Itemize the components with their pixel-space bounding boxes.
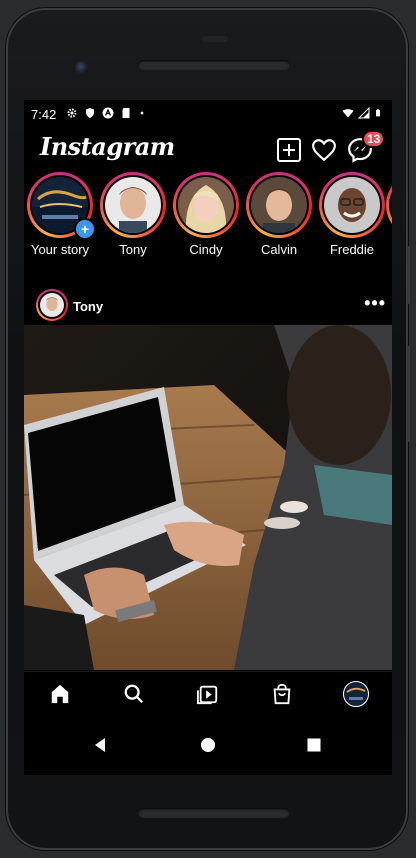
recents-icon bbox=[307, 738, 321, 752]
recents-button[interactable] bbox=[302, 733, 326, 757]
status-time: 7:42 bbox=[31, 107, 57, 122]
shield-icon bbox=[86, 108, 94, 118]
story-ring bbox=[246, 172, 312, 238]
post-username[interactable]: Tony bbox=[73, 299, 103, 314]
back-button[interactable] bbox=[88, 733, 112, 757]
avatar bbox=[178, 177, 234, 233]
story-calvin[interactable]: Calvin bbox=[243, 172, 315, 257]
a-circle-icon bbox=[102, 107, 114, 119]
avatar bbox=[251, 177, 307, 233]
story-ring bbox=[100, 172, 166, 238]
bottom-nav bbox=[24, 671, 392, 716]
story-ring bbox=[173, 172, 239, 238]
story-your-story[interactable]: + Your story bbox=[24, 172, 96, 257]
nav-search[interactable] bbox=[120, 680, 148, 708]
earpiece-speaker bbox=[138, 60, 290, 70]
nav-home[interactable] bbox=[46, 680, 74, 708]
story-tony[interactable]: Tony bbox=[97, 172, 169, 257]
story-label: Freddie bbox=[329, 242, 375, 257]
messenger-badge: 13 bbox=[362, 130, 386, 148]
story-partial[interactable] bbox=[386, 172, 392, 238]
wifi-icon bbox=[342, 109, 354, 118]
home-circle-icon bbox=[201, 738, 215, 752]
story-freddie[interactable]: Freddie bbox=[316, 172, 388, 257]
reels-icon bbox=[197, 685, 218, 705]
status-icons-right bbox=[342, 107, 382, 119]
instagram-logo[interactable]: Instagram bbox=[40, 132, 175, 161]
post-author-avatar[interactable] bbox=[36, 289, 68, 321]
status-icons-left bbox=[66, 107, 146, 119]
avatar bbox=[105, 177, 161, 233]
post-image[interactable] bbox=[24, 325, 392, 670]
battery-icon bbox=[376, 109, 380, 117]
profile-avatar bbox=[343, 681, 369, 707]
status-bar: 7:42 bbox=[24, 100, 392, 128]
shop-icon bbox=[273, 683, 291, 705]
screen: 7:42 Instagram 13 + Your story Tony Cind… bbox=[24, 100, 392, 775]
volume-button bbox=[406, 346, 410, 442]
search-icon bbox=[124, 684, 144, 704]
laptop-photo bbox=[24, 325, 392, 670]
android-nav-bar bbox=[24, 715, 392, 775]
stories-tray: + Your story Tony Cindy Calvin Freddie bbox=[24, 172, 392, 268]
bottom-speaker bbox=[138, 808, 290, 818]
back-icon bbox=[95, 738, 105, 752]
gear-icon bbox=[67, 108, 77, 118]
more-options-button[interactable]: ••• bbox=[364, 294, 386, 312]
nav-shop[interactable] bbox=[268, 680, 296, 708]
add-story-button[interactable]: + bbox=[74, 218, 96, 240]
app-header: Instagram bbox=[24, 128, 392, 170]
plus-square-icon bbox=[277, 138, 301, 162]
story-ring bbox=[319, 172, 385, 238]
sd-card-icon bbox=[122, 108, 130, 118]
home-icon bbox=[51, 684, 69, 704]
story-label: Calvin bbox=[260, 242, 298, 257]
android-home-button[interactable] bbox=[196, 733, 220, 757]
story-label: Cindy bbox=[189, 242, 223, 257]
nav-reels[interactable] bbox=[194, 680, 222, 708]
dot-icon bbox=[140, 111, 144, 115]
top-sensor bbox=[202, 36, 228, 42]
nav-profile[interactable] bbox=[342, 680, 370, 708]
new-post-button[interactable] bbox=[275, 136, 303, 164]
power-button bbox=[406, 246, 410, 304]
story-ring bbox=[386, 172, 392, 238]
heart-icon bbox=[312, 139, 336, 162]
story-cindy[interactable]: Cindy bbox=[170, 172, 242, 257]
story-label: Tony bbox=[119, 242, 147, 257]
avatar bbox=[324, 177, 380, 233]
front-camera bbox=[75, 61, 89, 75]
activity-button[interactable] bbox=[310, 136, 338, 164]
story-label: Your story bbox=[30, 242, 90, 257]
signal-icon bbox=[358, 107, 370, 119]
